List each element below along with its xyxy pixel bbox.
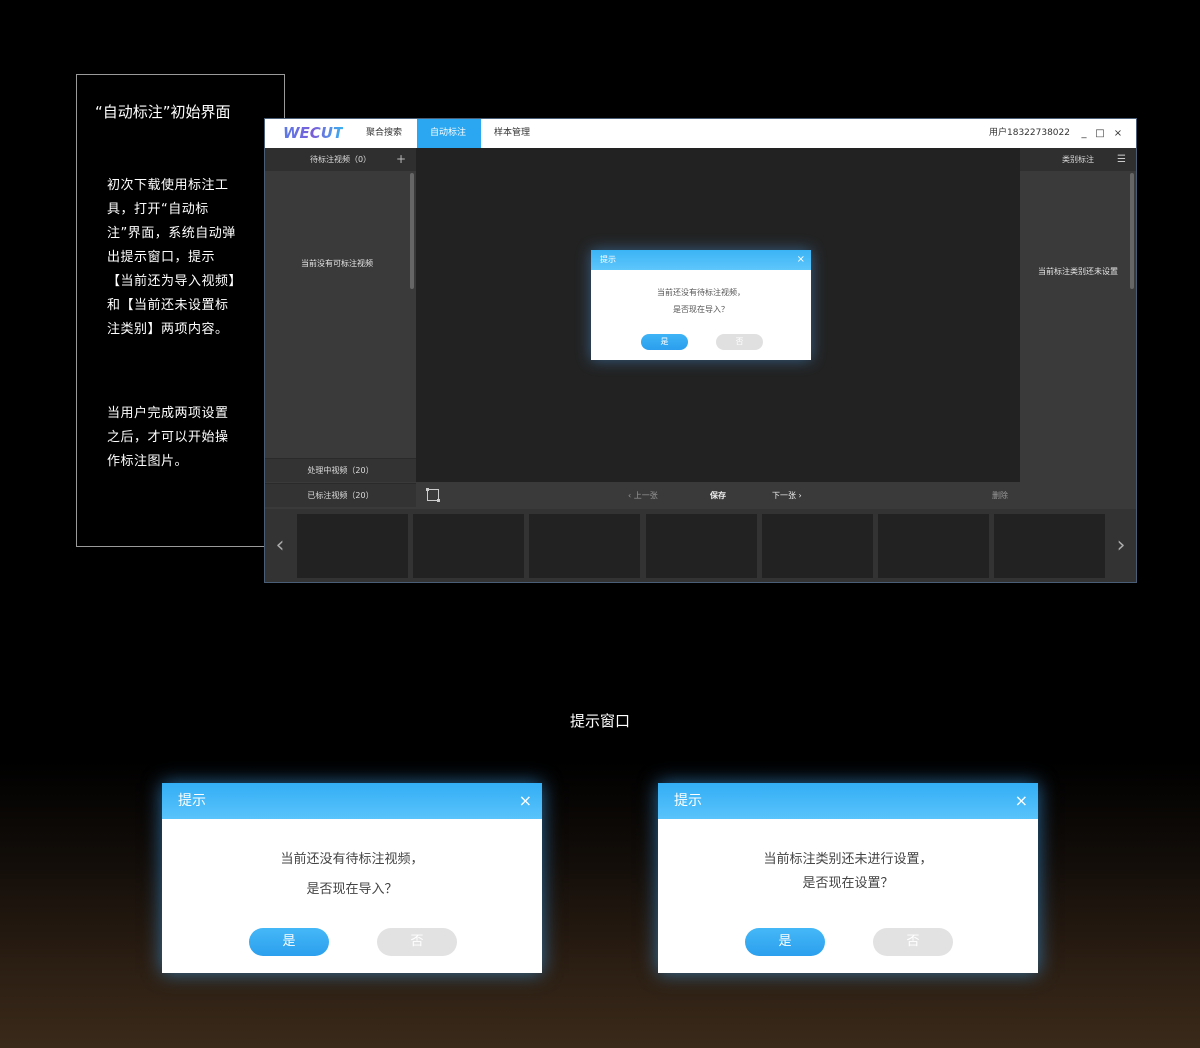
dialog-message-line-1: 当前标注类别还未进行设置， — [763, 852, 933, 867]
no-button[interactable]: 否 — [873, 928, 953, 956]
no-videos-text: 当前没有可标注视频 — [301, 259, 373, 268]
close-icon[interactable]: × — [1110, 119, 1126, 148]
add-icon[interactable]: + — [396, 148, 406, 171]
left-scrollbar[interactable] — [410, 173, 414, 289]
dialog-title: 提示 — [178, 793, 206, 809]
strip-next-icon[interactable]: › — [1106, 509, 1136, 582]
description-title: “自动标注”初始界面 — [95, 103, 231, 121]
close-icon[interactable]: × — [519, 783, 532, 819]
import-video-dialog: 提示 × 当前还没有待标注视频， 是否现在导入？ 是 否 — [162, 783, 542, 973]
next-image-button[interactable]: 下一张 › — [772, 482, 802, 509]
thumbnail[interactable] — [646, 514, 757, 578]
app-logo: WECUT — [283, 124, 344, 142]
thumbnail[interactable] — [878, 514, 989, 578]
minimize-icon[interactable]: _ — [1076, 119, 1092, 148]
top-bar: WECUT 聚合搜索 自动标注 样本管理 用户18322738022 _ □ × — [265, 119, 1136, 148]
chevron-right-icon: › — [796, 491, 802, 500]
app-window: WECUT 聚合搜索 自动标注 样本管理 用户18322738022 _ □ ×… — [264, 118, 1137, 583]
no-button[interactable]: 否 — [377, 928, 457, 956]
bounding-box-icon[interactable] — [426, 488, 440, 502]
dialog-title: 提示 — [600, 255, 616, 264]
no-categories-text: 当前标注类别还未设置 — [1038, 267, 1118, 276]
thumbnail-strip: ‹ › — [265, 509, 1136, 582]
description-paragraph-1: 初次下载使用标注工具，打开“自动标注”界面，系统自动弹出提示窗口，提示【当前还为… — [107, 178, 236, 337]
yes-button[interactable]: 是 — [249, 928, 329, 956]
delete-button[interactable]: 删除 — [992, 482, 1008, 509]
close-icon[interactable]: × — [797, 250, 805, 270]
tab-aggregate-search[interactable]: 聚合搜索 — [353, 119, 415, 148]
thumbnail[interactable] — [762, 514, 873, 578]
dialog-header: 提示 × — [591, 250, 811, 270]
description-box: “自动标注”初始界面 初次下载使用标注工具，打开“自动标注”界面，系统自动弹出提… — [76, 74, 285, 547]
next-image-label: 下一张 — [772, 491, 796, 500]
maximize-icon[interactable]: □ — [1092, 119, 1108, 148]
thumbnail[interactable] — [297, 514, 408, 578]
no-button[interactable]: 否 — [716, 334, 763, 350]
save-button[interactable]: 保存 — [710, 482, 726, 509]
category-header: 类别标注 ☰ — [1020, 148, 1136, 171]
menu-icon[interactable]: ☰ — [1117, 148, 1126, 171]
dialog-title: 提示 — [674, 793, 702, 809]
video-list-panel: 待标注视频（0） + 当前没有可标注视频 处理中视频（20） 已标注视频（20） — [265, 148, 416, 509]
section-caption: 提示窗口 — [569, 712, 630, 730]
dialog-message-line-1: 当前还没有待标注视频， — [657, 288, 745, 297]
category-panel: 类别标注 ☰ 当前标注类别还未设置 — [1020, 148, 1136, 509]
prev-image-button[interactable]: ‹ 上一张 — [628, 482, 658, 509]
strip-prev-icon[interactable]: ‹ — [265, 509, 295, 582]
set-category-dialog: 提示 × 当前标注类别还未进行设置， 是否现在设置？ 是 否 — [658, 783, 1038, 973]
user-label[interactable]: 用户18322738022 — [989, 119, 1070, 148]
tab-sample-management[interactable]: 样本管理 — [481, 119, 543, 148]
pending-videos-label: 待标注视频（0） — [309, 155, 372, 164]
pending-videos-header: 待标注视频（0） + — [265, 148, 416, 171]
processing-videos-row[interactable]: 处理中视频（20） — [265, 458, 416, 482]
thumbnail[interactable] — [994, 514, 1105, 578]
dialog-header: 提示 × — [658, 783, 1038, 819]
annotated-videos-row[interactable]: 已标注视频（20） — [265, 483, 416, 507]
description-paragraph-2: 当用户完成两项设置之后，才可以开始操作标注图片。 — [107, 406, 229, 469]
category-title: 类别标注 — [1062, 155, 1094, 164]
close-icon[interactable]: × — [1015, 783, 1028, 819]
tab-auto-annotate[interactable]: 自动标注 — [417, 119, 481, 148]
canvas-toolbar: ‹ 上一张 保存 下一张 › 删除 — [416, 482, 1020, 509]
dialog-message-line-2: 是否现在导入？ — [306, 882, 398, 897]
yes-button[interactable]: 是 — [745, 928, 825, 956]
thumbnail[interactable] — [413, 514, 524, 578]
import-prompt-dialog: 提示 × 当前还没有待标注视频， 是否现在导入？ 是 否 — [591, 250, 811, 360]
dialog-message-line-1: 当前还没有待标注视频， — [280, 852, 424, 867]
dialog-message-line-2: 是否现在导入？ — [673, 305, 729, 314]
dialog-header: 提示 × — [162, 783, 542, 819]
prev-image-label: 上一张 — [633, 491, 658, 500]
yes-button[interactable]: 是 — [641, 334, 688, 350]
thumbnail[interactable] — [529, 514, 640, 578]
dialog-message-line-2: 是否现在设置？ — [802, 876, 894, 891]
